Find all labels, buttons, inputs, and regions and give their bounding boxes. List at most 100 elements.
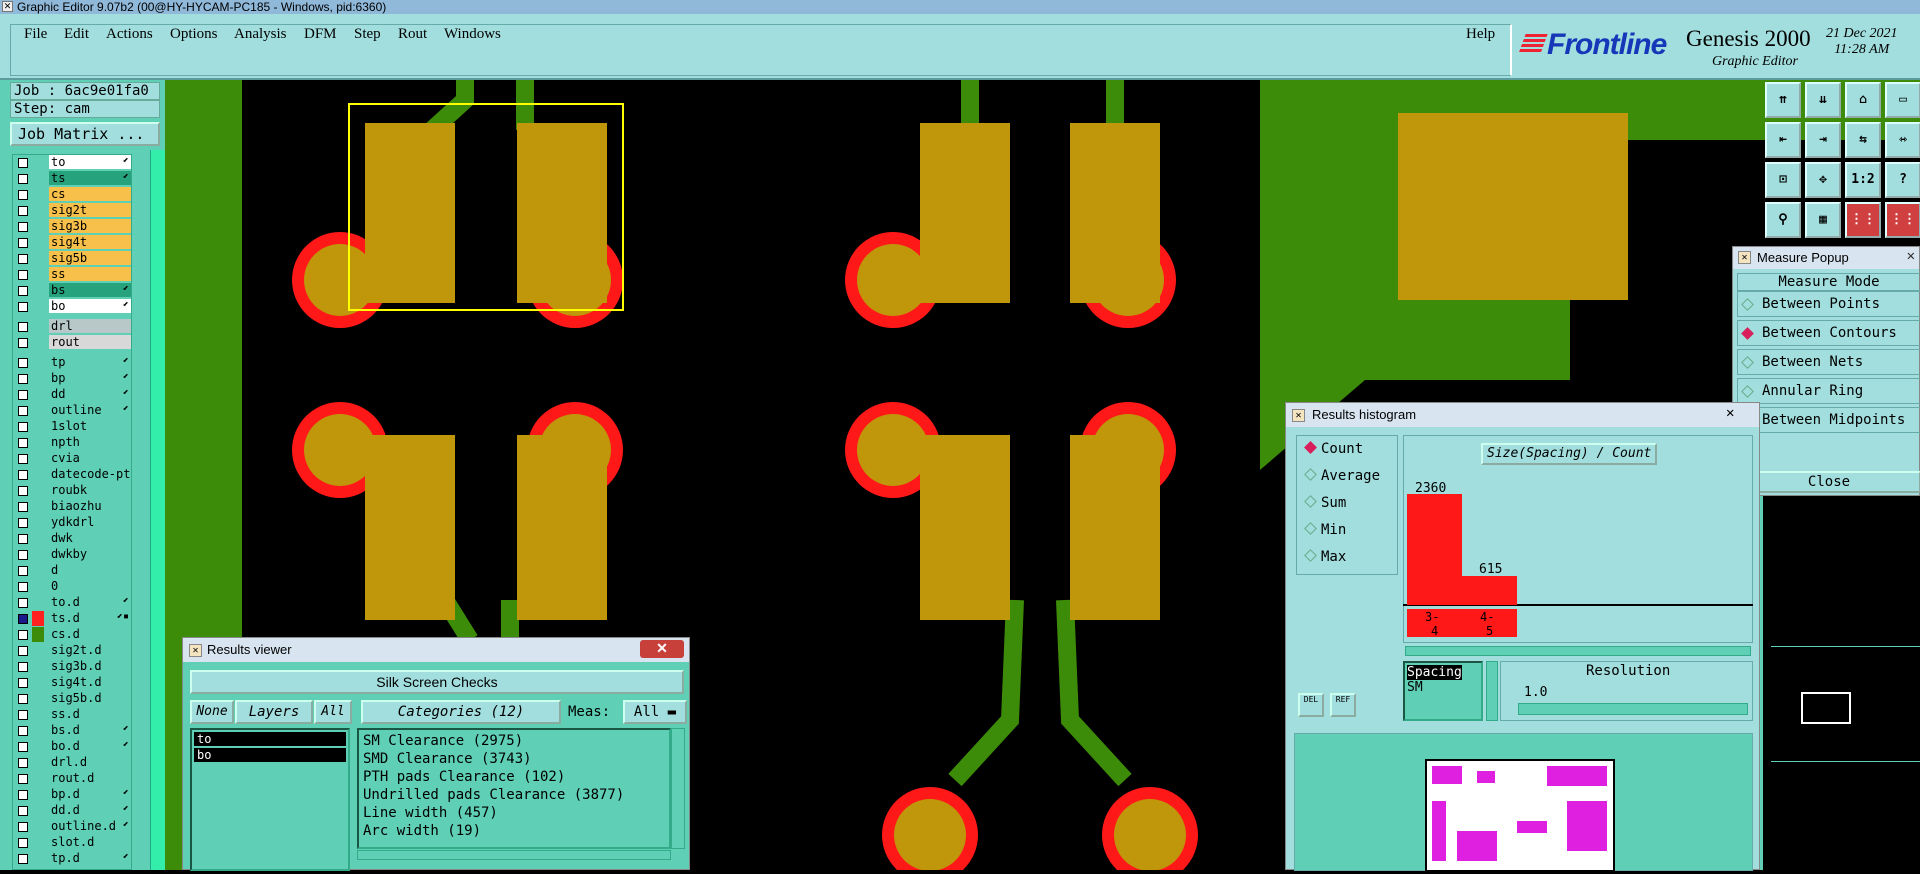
category-hscrollbar[interactable]: [357, 850, 671, 860]
layer-name[interactable]: tp.d: [49, 851, 131, 865]
layer-row[interactable]: ss: [13, 267, 131, 282]
category-item[interactable]: PTH pads Clearance (102): [363, 768, 665, 786]
layer-checkbox[interactable]: [18, 518, 28, 528]
layer-name[interactable]: drl.d: [49, 755, 131, 769]
layer-name[interactable]: sig3b.d: [49, 659, 131, 673]
layer-row[interactable]: dd.d ⬋: [13, 803, 131, 818]
board-preview[interactable]: [1294, 733, 1753, 872]
layer-name[interactable]: dwk: [49, 531, 131, 545]
mode-between-contours[interactable]: Between Contours: [1737, 320, 1920, 346]
layer-checkbox[interactable]: [18, 358, 28, 368]
menu-dfm[interactable]: DFM: [304, 26, 337, 43]
close-icon[interactable]: ✕: [1726, 405, 1734, 421]
category-item[interactable]: Arc width (19): [363, 822, 665, 840]
layer-name[interactable]: rout.d: [49, 771, 131, 785]
category-item[interactable]: Undrilled pads Clearance (3877): [363, 786, 665, 804]
layer-checkbox[interactable]: [18, 534, 28, 544]
layer-row[interactable]: tp ⬋: [13, 355, 131, 370]
layer-checkbox[interactable]: [18, 390, 28, 400]
layer-name[interactable]: sig3b: [49, 219, 131, 233]
layer-name[interactable]: datecode-pte: [49, 467, 131, 481]
layer-name[interactable]: outline.d: [49, 819, 131, 833]
layer-name[interactable]: ss: [49, 267, 131, 281]
layers-button[interactable]: Layers: [235, 700, 313, 724]
check-name-header[interactable]: Silk Screen Checks: [190, 670, 684, 694]
layer-checkbox[interactable]: [18, 190, 28, 200]
layer-row[interactable]: rout.d: [13, 771, 131, 786]
layer-checkbox[interactable]: [18, 662, 28, 672]
layer-row[interactable]: bo ⬋: [13, 299, 131, 314]
mode-max[interactable]: Max: [1304, 547, 1346, 567]
layer-checkbox[interactable]: [18, 406, 28, 416]
layer-name[interactable]: to.d: [49, 595, 131, 609]
layer-row[interactable]: roubk: [13, 483, 131, 498]
layer-checkbox[interactable]: [18, 422, 28, 432]
layer-checkbox[interactable]: [18, 222, 28, 232]
layer-row[interactable]: rout: [13, 335, 131, 350]
layer-checkbox[interactable]: [18, 758, 28, 768]
layer-name[interactable]: npth: [49, 435, 131, 449]
layer-checkbox[interactable]: [18, 454, 28, 464]
layer-checkbox[interactable]: [18, 742, 28, 752]
layer-name[interactable]: ydkdrl: [49, 515, 131, 529]
tool-button-icon[interactable]: ⇈: [1765, 82, 1801, 118]
layer-name[interactable]: sig5b.d: [49, 691, 131, 705]
layer-checkbox[interactable]: [18, 694, 28, 704]
layer-row[interactable]: sig3b: [13, 219, 131, 234]
layer-row[interactable]: biaozhu: [13, 499, 131, 514]
layer-name[interactable]: bp.d: [49, 787, 131, 801]
tool-button-icon[interactable]: ⋮⋮: [1845, 202, 1881, 238]
menu-file[interactable]: File: [24, 26, 47, 43]
resolution-slider[interactable]: [1518, 703, 1748, 715]
layer-name[interactable]: biaozhu: [49, 499, 131, 513]
menu-edit[interactable]: Edit: [64, 26, 89, 43]
layer-row[interactable]: outline ⬋: [13, 403, 131, 418]
category-item[interactable]: SM Clearance (2975): [363, 732, 665, 750]
layer-row[interactable]: bs.d ⬋: [13, 723, 131, 738]
layer-checkbox[interactable]: [18, 322, 28, 332]
layer-checkbox[interactable]: [18, 806, 28, 816]
layer-row[interactable]: bp ⬋: [13, 371, 131, 386]
layer-name[interactable]: cvia: [49, 451, 131, 465]
layer-name[interactable]: rout: [49, 335, 131, 349]
tool-button-icon[interactable]: ▦: [1805, 202, 1841, 238]
tool-button-icon[interactable]: ⇤: [1765, 122, 1801, 158]
layer-checkbox[interactable]: [18, 630, 28, 640]
menu-actions[interactable]: Actions: [106, 26, 153, 43]
layer-checkbox[interactable]: [18, 470, 28, 480]
tool-button-icon[interactable]: 1:2: [1845, 162, 1881, 198]
layer-row[interactable]: sig3b.d: [13, 659, 131, 674]
spacing-item[interactable]: Spacing: [1407, 665, 1462, 680]
none-button[interactable]: None: [190, 700, 234, 724]
layer-row[interactable]: drl.d: [13, 755, 131, 770]
layer-checkbox[interactable]: [18, 822, 28, 832]
layer-row[interactable]: ts.d ⬋▪: [13, 611, 131, 626]
layer-checkbox[interactable]: [18, 582, 28, 592]
layer-row[interactable]: ts ⬋: [13, 171, 131, 186]
layer-name[interactable]: d: [49, 563, 131, 577]
tool-button-icon[interactable]: ⇿: [1885, 122, 1920, 158]
layer-name[interactable]: sig2t.d: [49, 643, 131, 657]
layer-row[interactable]: npth: [13, 435, 131, 450]
layer-list-scrollbar[interactable]: [150, 150, 165, 870]
layer-result-item[interactable]: bo: [194, 748, 346, 762]
layer-row[interactable]: slot.d: [13, 835, 131, 850]
mode-between-points[interactable]: Between Points: [1737, 291, 1920, 317]
layer-row[interactable]: outline.d ⬋: [13, 819, 131, 834]
mode-annular-ring[interactable]: Annular Ring: [1737, 378, 1920, 404]
layer-row[interactable]: to.d ⬋: [13, 595, 131, 610]
del-button[interactable]: DEL: [1298, 693, 1324, 717]
mode-average[interactable]: Average: [1304, 466, 1380, 486]
bar-4-5[interactable]: [1462, 576, 1517, 605]
layer-row[interactable]: tp.d ⬋: [13, 851, 131, 866]
tool-button-icon[interactable]: ⚲: [1765, 202, 1801, 238]
mode-min[interactable]: Min: [1304, 520, 1346, 540]
layer-checkbox[interactable]: [18, 726, 28, 736]
layer-result-item[interactable]: to: [194, 732, 346, 746]
mode-between-nets[interactable]: Between Nets: [1737, 349, 1920, 375]
tool-button-icon[interactable]: ⊡: [1765, 162, 1801, 198]
layer-row[interactable]: sig2t.d: [13, 643, 131, 658]
layer-row[interactable]: dwk: [13, 531, 131, 546]
layer-row[interactable]: 0: [13, 579, 131, 594]
tool-button-icon[interactable]: ⌂: [1845, 82, 1881, 118]
